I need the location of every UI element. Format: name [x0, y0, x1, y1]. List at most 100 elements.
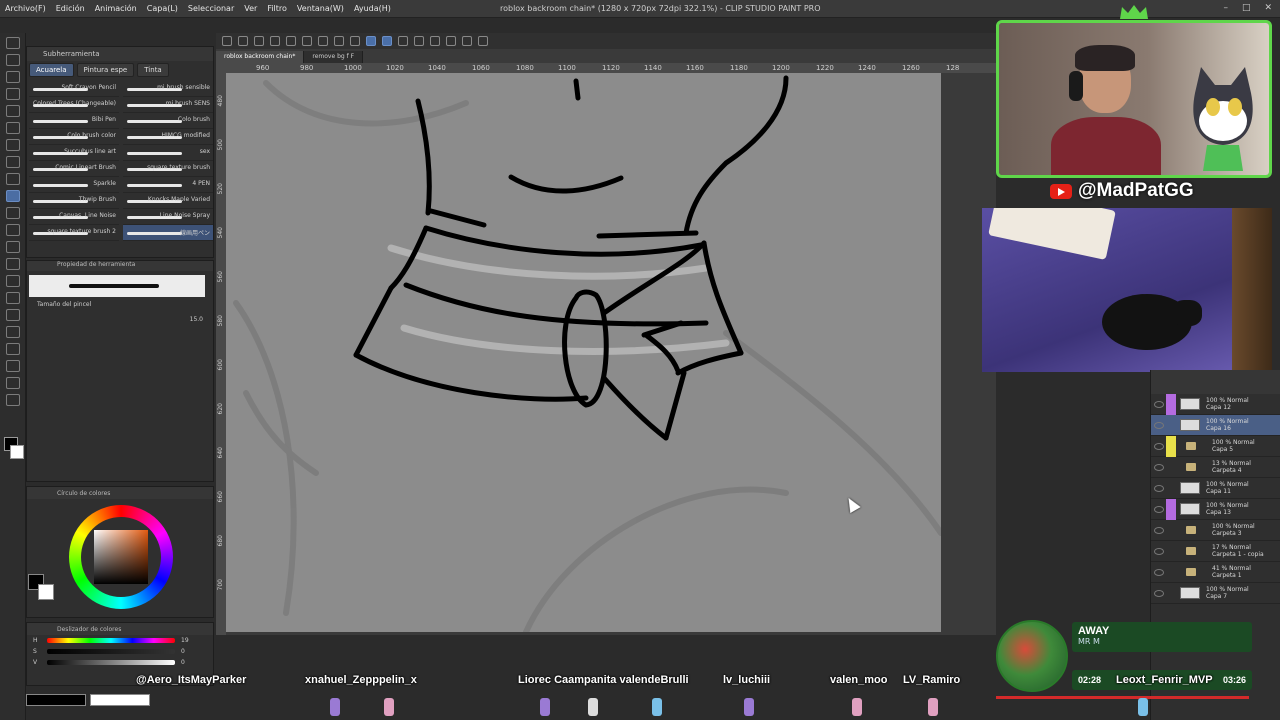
snap-special-ruler-icon[interactable]: [382, 36, 392, 46]
save-icon[interactable]: [254, 36, 264, 46]
eye-icon[interactable]: [1154, 526, 1164, 534]
menu-select[interactable]: Seleccionar: [183, 4, 239, 13]
eye-icon[interactable]: [1154, 568, 1164, 576]
menu-view[interactable]: Ver: [239, 4, 262, 13]
brush-item[interactable]: Comic Lineart Brush: [29, 161, 119, 177]
layer-row[interactable]: 100 % Normal Carpeta 3: [1151, 520, 1280, 541]
crop-icon[interactable]: [430, 36, 440, 46]
airbrush-tool-icon[interactable]: [5, 207, 20, 219]
open-file-icon[interactable]: [238, 36, 248, 46]
pencil-tool-icon[interactable]: [5, 173, 20, 185]
background-color-chip[interactable]: [38, 584, 54, 600]
clear-icon[interactable]: [334, 36, 344, 46]
menu-animation[interactable]: Animación: [90, 4, 142, 13]
hue-slider[interactable]: [47, 638, 175, 643]
decoration-tool-icon[interactable]: [5, 224, 20, 236]
brush-size-value[interactable]: 15.0: [190, 316, 203, 323]
frame-tool-icon[interactable]: [5, 326, 20, 338]
tab-tinta[interactable]: Tinta: [137, 63, 169, 77]
gradient-tool-icon[interactable]: [5, 292, 20, 304]
minimize-icon[interactable]: –: [1223, 3, 1228, 13]
snap-ruler-icon[interactable]: [366, 36, 376, 46]
menu-edit[interactable]: Edición: [51, 4, 90, 13]
fill-icon[interactable]: [350, 36, 360, 46]
settings-icon[interactable]: [302, 36, 312, 46]
eye-icon[interactable]: [1154, 442, 1164, 450]
eye-icon[interactable]: [1154, 484, 1164, 492]
eye-icon[interactable]: [1154, 400, 1164, 408]
rotate-icon[interactable]: [462, 36, 472, 46]
eye-icon[interactable]: [1154, 505, 1164, 513]
tab-pintura[interactable]: Pintura espe: [76, 63, 135, 77]
fill-tool-icon[interactable]: [5, 275, 20, 287]
sub-color-chip[interactable]: [10, 445, 24, 459]
brush-item[interactable]: Soft Crayon Pencil: [29, 81, 119, 97]
layer-row[interactable]: 13 % Normal Carpeta 4: [1151, 457, 1280, 478]
blend-tool-icon[interactable]: [5, 258, 20, 270]
eraser-tool-icon[interactable]: [5, 241, 20, 253]
eye-icon[interactable]: [1154, 421, 1164, 429]
snap-grid-icon[interactable]: [398, 36, 408, 46]
operation-tool-icon[interactable]: [5, 71, 20, 83]
tab-acuarela[interactable]: Acuarela: [29, 63, 74, 77]
layer-row[interactable]: 100 % Normal Capa 12: [1151, 393, 1280, 415]
brush-item[interactable]: Colored Trees (Changeable): [29, 97, 119, 113]
menu-file[interactable]: Archivo(F): [0, 4, 51, 13]
pen-tool-icon[interactable]: [5, 156, 20, 168]
brush-item[interactable]: Knocks Maple Varied: [123, 193, 213, 209]
brush-item[interactable]: Sparkle: [29, 177, 119, 193]
menu-layer[interactable]: Capa(L): [142, 4, 183, 13]
figure-tool-icon[interactable]: [5, 309, 20, 321]
ruler-tool-icon[interactable]: [5, 343, 20, 355]
zoom-icon[interactable]: [478, 36, 488, 46]
menu-help[interactable]: Ayuda(H): [349, 4, 396, 13]
black-swatch[interactable]: [26, 694, 86, 706]
brush-item[interactable]: square texture brush 2: [29, 225, 119, 241]
eyedropper-tool-icon[interactable]: [5, 139, 20, 151]
value-value[interactable]: 0: [181, 659, 185, 666]
value-slider[interactable]: [47, 660, 175, 665]
brush-item[interactable]: Succubus line art: [29, 145, 119, 161]
move-tool-icon[interactable]: [5, 54, 20, 66]
tab-remove-bg[interactable]: remove bg f F: [304, 51, 364, 63]
zoom-tool-icon[interactable]: [5, 37, 20, 49]
brush-item-selected[interactable]: 線画用ペン: [123, 225, 213, 241]
brush-tool-icon[interactable]: [5, 190, 20, 202]
brush-item[interactable]: mi brush sensible: [123, 81, 213, 97]
menu-window[interactable]: Ventana(W): [292, 4, 349, 13]
layer-row[interactable]: 100 % Normal Capa 11: [1151, 478, 1280, 499]
maximize-icon[interactable]: □: [1242, 3, 1251, 13]
redo-icon[interactable]: [286, 36, 296, 46]
drawing-canvas[interactable]: [226, 73, 941, 632]
correct-line-tool-icon[interactable]: [5, 394, 20, 406]
layer-row[interactable]: 17 % Normal Carpeta 1 - copia: [1151, 541, 1280, 562]
new-file-icon[interactable]: [222, 36, 232, 46]
layer-row[interactable]: 100 % Normal Capa 16: [1151, 415, 1280, 436]
saturation-value[interactable]: 0: [181, 648, 185, 655]
layer-row[interactable]: 100 % Normal Capa 5: [1151, 435, 1280, 457]
close-icon[interactable]: ✕: [1264, 3, 1272, 13]
auto-select-tool-icon[interactable]: [5, 122, 20, 134]
menu-filter[interactable]: Filtro: [262, 4, 292, 13]
brush-item[interactable]: Canvas, Line Noise: [29, 209, 119, 225]
layer-row[interactable]: 100 % Normal Capa 13: [1151, 498, 1280, 520]
hue-value[interactable]: 19: [181, 637, 189, 644]
white-swatch[interactable]: [90, 694, 150, 706]
selection-tool-icon[interactable]: [5, 105, 20, 117]
selection-icon[interactable]: [414, 36, 424, 46]
layer-row[interactable]: 100 % Normal Capa 7: [1151, 583, 1280, 604]
saturation-value-square[interactable]: [94, 530, 148, 584]
brush-item[interactable]: 4 PEN: [123, 177, 213, 193]
eye-icon[interactable]: [1154, 463, 1164, 471]
layer-row[interactable]: 41 % Normal Carpeta 1: [1151, 562, 1280, 583]
brush-item[interactable]: mi brush SENS: [123, 97, 213, 113]
brush-item[interactable]: Colo brush: [123, 113, 213, 129]
brush-item[interactable]: sex: [123, 145, 213, 161]
color-wheel[interactable]: [69, 505, 173, 609]
eye-icon[interactable]: [1154, 547, 1164, 555]
flip-icon[interactable]: [446, 36, 456, 46]
brush-item[interactable]: Bibi Pen: [29, 113, 119, 129]
balloon-tool-icon[interactable]: [5, 377, 20, 389]
brush-item[interactable]: HIMCG modified: [123, 129, 213, 145]
brush-item[interactable]: Colo brush color: [29, 129, 119, 145]
